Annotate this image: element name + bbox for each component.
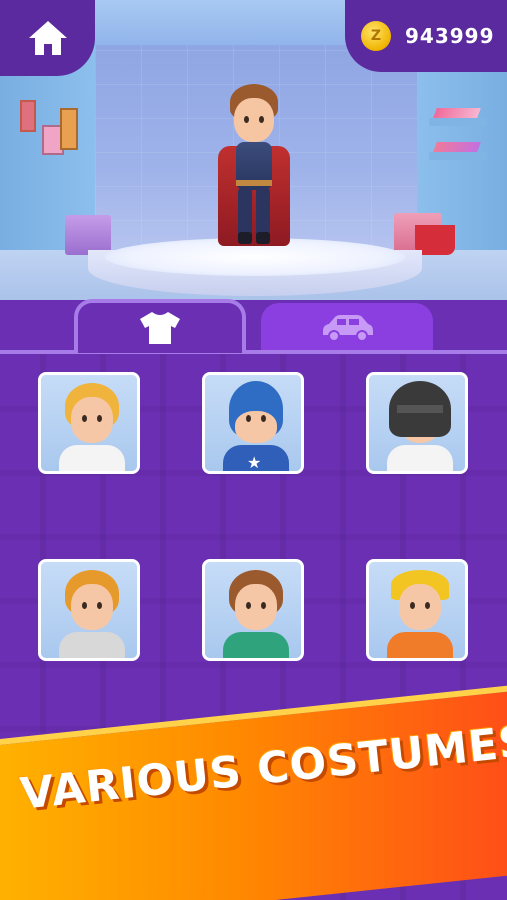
costume-eye (261, 602, 266, 609)
costume-outfit (387, 632, 453, 658)
costume-card-blue-hero-mask[interactable]: ★ (202, 372, 304, 474)
hero-boot (238, 232, 252, 244)
costume-card-yellow-hardhat-worker[interactable] (366, 559, 468, 661)
player-character[interactable] (214, 84, 294, 254)
helmet-visor (397, 405, 443, 413)
home-icon (28, 21, 67, 55)
wall-shelf (429, 118, 487, 126)
costume-eye (261, 415, 266, 422)
tshirt-icon (140, 312, 180, 344)
costume-eye (425, 602, 430, 609)
costume-card-brown-hair-green-jacket[interactable] (202, 559, 304, 661)
costume-outfit (59, 632, 125, 658)
wall-shelf (429, 152, 487, 160)
costume-eye (97, 415, 102, 422)
coin-icon: Z (361, 21, 391, 51)
coin-balance: Z 943999 (345, 0, 507, 72)
costume-outfit (223, 632, 289, 658)
costume-eye (246, 602, 251, 609)
costume-eye (246, 415, 251, 422)
costume-eye (82, 602, 87, 609)
hero-belt (236, 180, 272, 186)
costume-eye (410, 602, 415, 609)
costume-face (71, 584, 113, 630)
costume-face (399, 584, 441, 630)
coin-letter: Z (370, 28, 382, 44)
car-icon (323, 315, 373, 342)
wall-picture-frame (60, 108, 78, 150)
costume-card-blonde-white-shirt[interactable] (38, 372, 140, 474)
hero-leg (238, 188, 252, 238)
costume-card-blonde-armor[interactable] (38, 559, 140, 661)
hero-face (234, 98, 274, 142)
hero-eye (259, 116, 264, 123)
wall-picture-frame (20, 100, 36, 132)
costume-face (71, 397, 113, 443)
star-emblem-icon: ★ (247, 453, 262, 472)
costume-face (235, 584, 277, 630)
shelf-books (433, 142, 481, 152)
tab-vehicles[interactable] (261, 303, 433, 351)
hero-eye (244, 116, 249, 123)
costume-outfit (59, 445, 125, 471)
hero-leg (256, 188, 270, 238)
costume-eye (82, 415, 87, 422)
home-button[interactable] (0, 0, 95, 76)
costume-outfit (387, 445, 453, 471)
costume-card-helmet-suit[interactable] (366, 372, 468, 474)
costume-eye (97, 602, 102, 609)
room-box (65, 215, 111, 255)
costume-face (235, 411, 277, 443)
tab-clothes[interactable] (74, 299, 246, 353)
shelf-books (433, 108, 481, 118)
hero-boot (256, 232, 270, 244)
coin-amount: 943999 (405, 24, 495, 48)
